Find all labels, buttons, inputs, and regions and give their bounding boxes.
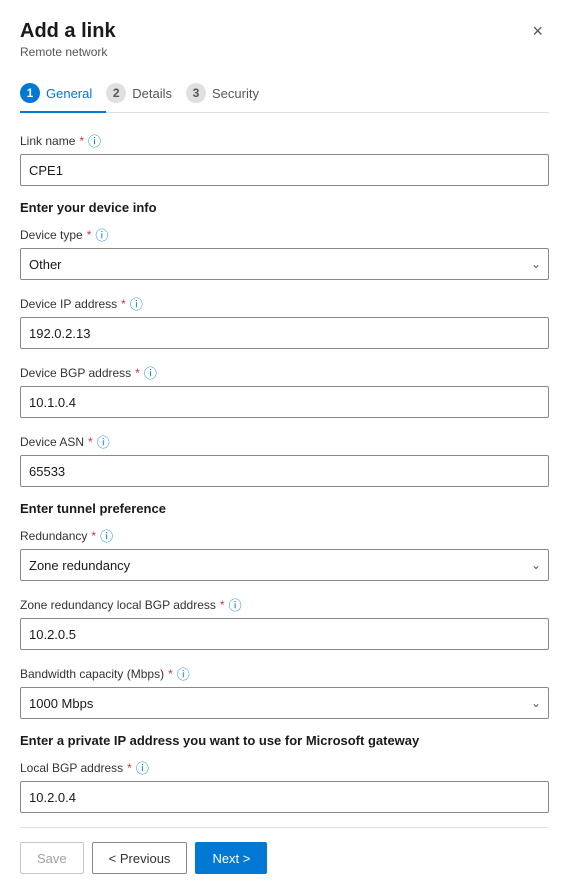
link-name-group: Link name * ⓘ — [20, 131, 549, 186]
device-ip-group: Device IP address * ⓘ — [20, 294, 549, 349]
tabs-bar: 1 General 2 Details 3 Security — [20, 75, 549, 113]
device-bgp-required: * — [135, 366, 140, 380]
redundancy-select[interactable]: Zone redundancy No redundancy — [20, 549, 549, 581]
device-type-required: * — [87, 228, 92, 242]
save-button[interactable]: Save — [20, 842, 84, 874]
tab-general-label: General — [46, 86, 92, 101]
modal-subtitle: Remote network — [20, 45, 116, 59]
device-asn-required: * — [88, 435, 93, 449]
bandwidth-select[interactable]: 500 Mbps 1000 Mbps 2000 Mbps 5000 Mbps — [20, 687, 549, 719]
tab-security[interactable]: 3 Security — [186, 75, 273, 113]
zone-bgp-info-icon[interactable]: ⓘ — [229, 595, 242, 614]
bandwidth-required: * — [168, 667, 173, 681]
tab-details[interactable]: 2 Details — [106, 75, 186, 113]
local-bgp-info-icon[interactable]: ⓘ — [136, 758, 149, 777]
tunnel-pref-heading: Enter tunnel preference — [20, 501, 549, 516]
zone-bgp-required: * — [220, 598, 225, 612]
close-button[interactable]: × — [526, 20, 549, 42]
device-bgp-label: Device BGP address * ⓘ — [20, 363, 549, 382]
device-ip-required: * — [121, 297, 126, 311]
local-bgp-required: * — [127, 761, 132, 775]
bandwidth-info-icon[interactable]: ⓘ — [177, 664, 190, 683]
device-type-label: Device type * ⓘ — [20, 225, 549, 244]
link-name-required: * — [79, 134, 84, 148]
form-body: Link name * ⓘ Enter your device info Dev… — [20, 131, 549, 827]
device-ip-input[interactable] — [20, 317, 549, 349]
redundancy-info-icon[interactable]: ⓘ — [100, 526, 113, 545]
modal-header: Add a link Remote network × — [20, 20, 549, 59]
tab-details-num: 2 — [106, 83, 126, 103]
local-bgp-label: Local BGP address * ⓘ — [20, 758, 549, 777]
tab-details-label: Details — [132, 86, 172, 101]
private-ip-heading: Enter a private IP address you want to u… — [20, 733, 549, 748]
device-asn-label: Device ASN * ⓘ — [20, 432, 549, 451]
redundancy-required: * — [91, 529, 96, 543]
zone-bgp-group: Zone redundancy local BGP address * ⓘ — [20, 595, 549, 650]
redundancy-label: Redundancy * ⓘ — [20, 526, 549, 545]
device-type-select-wrapper: Other Cisco Juniper Palo Alto ⌄ — [20, 248, 549, 280]
tab-security-label: Security — [212, 86, 259, 101]
redundancy-select-wrapper: Zone redundancy No redundancy ⌄ — [20, 549, 549, 581]
link-name-label: Link name * ⓘ — [20, 131, 549, 150]
link-name-info-icon[interactable]: ⓘ — [88, 131, 101, 150]
device-info-heading: Enter your device info — [20, 200, 549, 215]
bandwidth-select-wrapper: 500 Mbps 1000 Mbps 2000 Mbps 5000 Mbps ⌄ — [20, 687, 549, 719]
device-ip-info-icon[interactable]: ⓘ — [130, 294, 143, 313]
device-bgp-info-icon[interactable]: ⓘ — [144, 363, 157, 382]
previous-button[interactable]: < Previous — [92, 842, 188, 874]
modal-title-group: Add a link Remote network — [20, 20, 116, 59]
modal-title: Add a link — [20, 20, 116, 43]
device-type-info-icon[interactable]: ⓘ — [95, 225, 108, 244]
bandwidth-group: Bandwidth capacity (Mbps) * ⓘ 500 Mbps 1… — [20, 664, 549, 719]
local-bgp-group: Local BGP address * ⓘ — [20, 758, 549, 813]
device-type-select[interactable]: Other Cisco Juniper Palo Alto — [20, 248, 549, 280]
zone-bgp-input[interactable] — [20, 618, 549, 650]
device-type-group: Device type * ⓘ Other Cisco Juniper Palo… — [20, 225, 549, 280]
device-asn-group: Device ASN * ⓘ — [20, 432, 549, 487]
redundancy-group: Redundancy * ⓘ Zone redundancy No redund… — [20, 526, 549, 581]
tab-general[interactable]: 1 General — [20, 75, 106, 113]
device-asn-input[interactable] — [20, 455, 549, 487]
modal-footer: Save < Previous Next > — [20, 827, 549, 890]
next-button[interactable]: Next > — [195, 842, 267, 874]
device-ip-label: Device IP address * ⓘ — [20, 294, 549, 313]
device-bgp-input[interactable] — [20, 386, 549, 418]
device-asn-info-icon[interactable]: ⓘ — [97, 432, 110, 451]
modal-container: Add a link Remote network × 1 General 2 … — [0, 0, 569, 890]
tab-security-num: 3 — [186, 83, 206, 103]
local-bgp-input[interactable] — [20, 781, 549, 813]
zone-bgp-label: Zone redundancy local BGP address * ⓘ — [20, 595, 549, 614]
link-name-input[interactable] — [20, 154, 549, 186]
device-bgp-group: Device BGP address * ⓘ — [20, 363, 549, 418]
tab-general-num: 1 — [20, 83, 40, 103]
bandwidth-label: Bandwidth capacity (Mbps) * ⓘ — [20, 664, 549, 683]
